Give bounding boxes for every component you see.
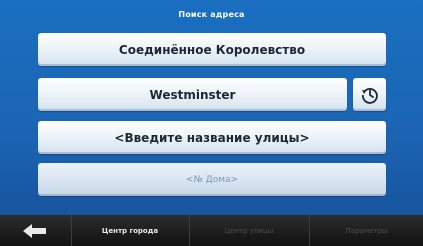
back-button[interactable] xyxy=(0,215,70,246)
house-number-label: <№ Дома> xyxy=(185,174,239,185)
options-label: Параметры xyxy=(345,226,388,235)
country-label: Соединённое Королевство xyxy=(118,42,306,57)
city-button[interactable]: Westminster xyxy=(38,78,347,111)
address-search-screen: Поиск адреса Соединённое Королевство Wes… xyxy=(0,0,423,246)
house-number-button[interactable]: <№ Дома> xyxy=(38,163,386,196)
country-button[interactable]: Соединённое Королевство xyxy=(38,33,386,66)
street-button[interactable]: <Введите название улицы> xyxy=(38,121,386,154)
recent-cities-button[interactable] xyxy=(353,78,386,111)
back-arrow-icon xyxy=(23,223,46,238)
street-label: <Введите название улицы> xyxy=(114,130,310,145)
street-center-button: Центр улицы xyxy=(189,215,308,246)
street-center-label: Центр улицы xyxy=(224,226,274,235)
city-center-button[interactable]: Центр города xyxy=(71,215,188,246)
options-button: Параметры xyxy=(309,215,423,246)
city-label: Westminster xyxy=(149,87,236,102)
page-title: Поиск адреса xyxy=(178,10,245,19)
city-center-label: Центр города xyxy=(101,226,159,235)
history-clock-icon xyxy=(361,87,378,104)
bottom-bar: Центр города Центр улицы Параметры xyxy=(0,215,423,246)
